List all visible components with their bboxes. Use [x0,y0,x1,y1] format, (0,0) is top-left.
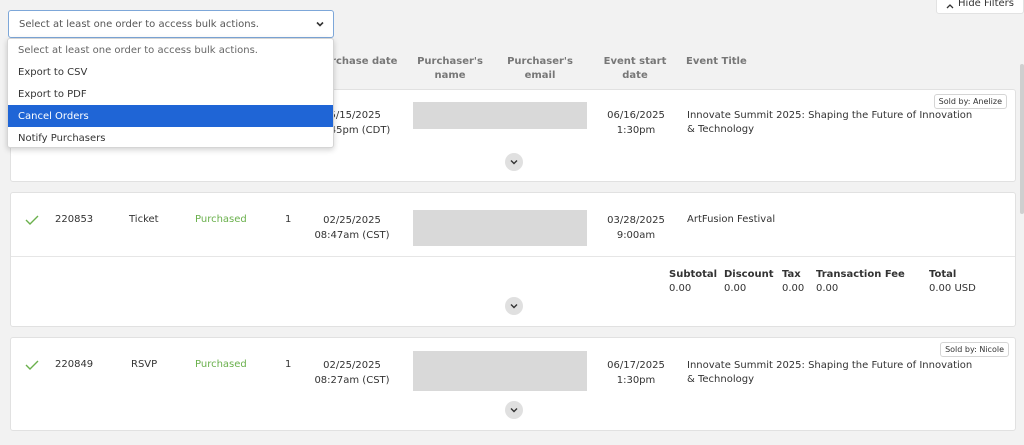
purchaser-name-redacted [413,102,587,129]
order-event-start: 03/28/2025 9:00am [607,215,665,241]
order-totals-fee: Transaction Fee 0.00 [816,269,905,294]
dropdown-option-placeholder[interactable]: Select at least one order to access bulk… [8,39,333,61]
column-header-purchasers-email: Purchaser's email [507,56,573,81]
order-event-start: 06/17/2025 1:30pm [607,360,665,386]
dropdown-option-export-csv[interactable]: Export to CSV [8,61,333,83]
column-header-purchasers-name: Purchaser's name [417,56,483,81]
dropdown-option-export-pdf[interactable]: Export to PDF [8,83,333,105]
chevron-up-icon [946,4,954,9]
order-event-title: Innovate Summit 2025: Shaping the Future… [687,360,973,385]
purchaser-name-redacted [413,351,587,391]
card-divider [11,256,1015,257]
column-header-event-title: Event Title [686,56,747,67]
order-status: Purchased [195,214,247,225]
order-purchase-date: 02/25/2025 08:47am (CST) [314,215,390,241]
order-qty: 1 [285,359,292,370]
chevron-down-icon [510,160,518,165]
order-purchase-date: 02/25/2025 08:27am (CST) [314,360,390,386]
order-id[interactable]: 220853 [55,214,93,225]
dropdown-option-cancel-orders[interactable]: Cancel Orders [8,105,333,127]
order-id[interactable]: 220849 [55,359,93,370]
hide-filters-label: Hide Filters [958,0,1014,9]
page-scrollbar[interactable] [1020,64,1024,214]
column-header-event-start-date: Event start date [603,56,667,81]
order-status: Purchased [195,359,247,370]
order-type: Ticket [129,214,159,225]
sold-by-badge: Sold by: Nicole [940,342,1009,357]
collapse-order-button[interactable] [505,297,523,315]
order-totals-subtotal: Subtotal 0.00 [669,269,718,294]
order-totals-total: Total 0.00 USD [929,269,976,294]
chevron-down-icon [510,304,518,309]
order-totals-discount: Discount 0.00 [724,269,774,294]
expand-order-button[interactable] [505,153,523,171]
order-qty: 1 [285,214,292,225]
chevron-down-icon [510,408,518,413]
bulk-actions-selected-value: Select at least one order to access bulk… [19,18,259,30]
purchased-check-icon [23,358,41,372]
order-totals-tax: Tax 0.00 [782,269,805,294]
sold-by-badge: Sold by: Anelize [933,94,1007,109]
bulk-actions-dropdown-menu: Select at least one order to access bulk… [7,38,334,148]
order-event-title: Innovate Summit 2025: Shaping the Future… [687,110,973,135]
order-event-start: 06/16/2025 1:30pm [607,110,665,136]
bulk-actions-select[interactable]: Select at least one order to access bulk… [8,10,334,38]
order-card: 220849 RSVP Purchased 1 02/25/2025 08:27… [10,337,1016,431]
expand-order-button[interactable] [505,401,523,419]
purchaser-name-redacted [413,210,587,246]
order-type: RSVP [131,359,158,370]
dropdown-option-notify-purchasers[interactable]: Notify Purchasers [8,127,333,147]
order-card: 220853 Ticket Purchased 1 02/25/2025 08:… [10,192,1016,327]
chevron-down-icon [316,21,324,27]
hide-filters-button[interactable]: Hide Filters [936,0,1024,14]
order-event-title: ArtFusion Festival [687,214,776,225]
purchased-check-icon [23,213,41,227]
